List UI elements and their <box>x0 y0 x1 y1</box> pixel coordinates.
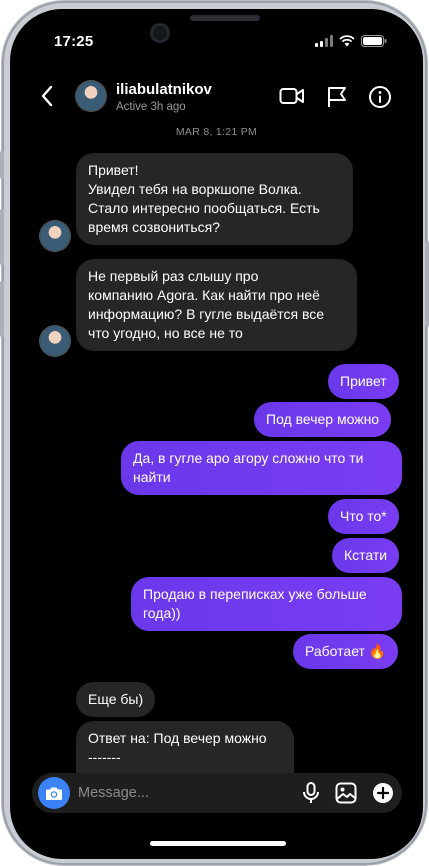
message-incoming[interactable]: Ответ на: Под вечер можно ------- <box>76 721 294 781</box>
message-outgoing[interactable]: Работает 🔥 <box>293 634 399 669</box>
sender-avatar[interactable] <box>40 221 70 251</box>
message-outgoing[interactable]: Да, в гугле аро агору сложно что ти найт… <box>121 441 402 495</box>
screen: 17:25 iliabulatnikov Active 3h ago MAR 8… <box>10 9 423 859</box>
speaker-grille <box>190 15 260 21</box>
camera-icon <box>46 787 62 800</box>
sender-avatar[interactable] <box>40 326 70 356</box>
home-indicator[interactable] <box>150 841 286 846</box>
signal-icon <box>315 35 333 47</box>
chat-header: iliabulatnikov Active 3h ago <box>10 69 423 127</box>
mute-switch <box>0 151 4 179</box>
microphone-icon[interactable] <box>302 782 320 804</box>
back-icon[interactable] <box>40 85 54 107</box>
power-button <box>425 241 429 327</box>
status-time: 17:25 <box>54 33 94 50</box>
message-incoming[interactable]: Еще бы) <box>76 682 156 717</box>
message-incoming[interactable]: Не первый раз слышу про компанию Agora. … <box>76 259 357 351</box>
video-call-icon[interactable] <box>279 85 305 107</box>
flag-icon[interactable] <box>326 85 348 109</box>
gallery-icon[interactable] <box>335 782 357 804</box>
battery-icon <box>361 35 387 47</box>
camera-button[interactable] <box>38 777 70 809</box>
message-composer <box>32 773 402 813</box>
contact-username[interactable]: iliabulatnikov <box>116 81 212 98</box>
avatar[interactable] <box>76 81 106 111</box>
volume-up-button <box>0 209 4 265</box>
message-outgoing[interactable]: Что то* <box>328 499 399 534</box>
wifi-icon <box>339 35 355 47</box>
message-outgoing[interactable]: Кстати <box>332 538 400 573</box>
status-icons <box>315 35 387 47</box>
message-incoming[interactable]: Привет! Увидел тебя на воркшопе Волка. С… <box>76 153 353 245</box>
phone-frame: 17:25 iliabulatnikov Active 3h ago MAR 8… <box>0 1 429 865</box>
message-input[interactable] <box>78 783 268 803</box>
info-icon[interactable] <box>368 85 392 109</box>
volume-down-button <box>0 281 4 337</box>
contact-activity: Active 3h ago <box>116 101 186 113</box>
message-outgoing[interactable]: Продаю в переписках уже больше года)) <box>131 577 402 631</box>
add-icon[interactable] <box>372 782 394 804</box>
front-camera <box>150 23 170 43</box>
message-outgoing[interactable]: Под вечер можно <box>254 402 392 437</box>
message-outgoing[interactable]: Привет <box>328 364 399 399</box>
date-stamp: MAR 8, 1:21 PM <box>175 126 258 138</box>
